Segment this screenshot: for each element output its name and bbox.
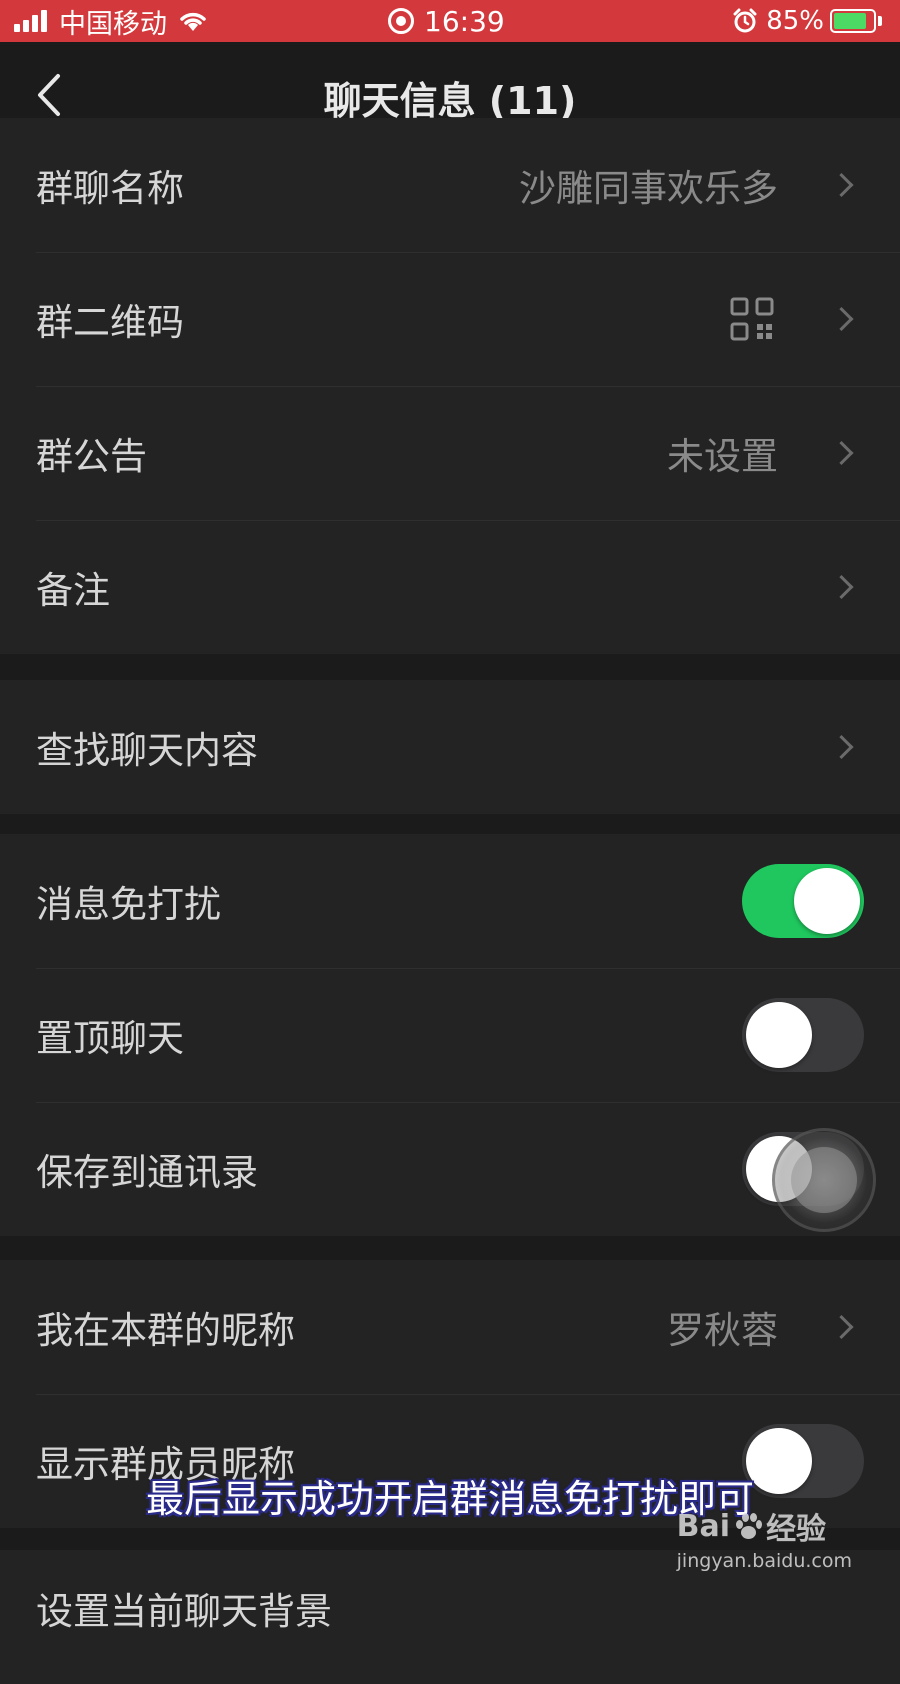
wifi-icon (180, 12, 206, 31)
row-label: 保存到通讯录 (36, 1151, 258, 1194)
toggles-section: 消息免打扰 置顶聊天 保存到通讯录 (0, 834, 900, 1236)
toggle-knob (746, 1002, 812, 1068)
chevron-right-icon (829, 172, 854, 198)
watermark-url: jingyan.baidu.com (676, 1550, 852, 1572)
alarm-icon (733, 8, 757, 33)
group-qr-code-row[interactable]: 群二维码 (0, 252, 900, 386)
chevron-right-icon (829, 574, 854, 600)
status-time: 16:39 (424, 4, 505, 38)
row-label: 消息免打扰 (36, 883, 221, 926)
battery-percent: 85% (766, 6, 824, 36)
status-bar: 中国移动 16:39 85% (0, 0, 900, 42)
battery-cap (878, 16, 882, 26)
mute-notifications-row: 消息免打扰 (0, 834, 900, 968)
paw-icon (734, 1512, 763, 1540)
pin-chat-toggle[interactable] (742, 998, 864, 1072)
page-title: 聊天信息 (11) (323, 79, 577, 123)
mute-notifications-toggle[interactable] (742, 864, 864, 938)
search-chat-content-row[interactable]: 查找聊天内容 (0, 680, 900, 814)
remark-row[interactable]: 备注 (0, 520, 900, 654)
row-label: 置顶聊天 (36, 1017, 184, 1060)
row-label: 查找聊天内容 (36, 729, 258, 772)
baidu-jingyan-watermark: Bai 经验 jingyan.baidu.com (676, 1504, 852, 1573)
carrier-name: 中国移动 (59, 8, 167, 40)
pin-chat-row: 置顶聊天 (0, 968, 900, 1102)
watermark-logo-suffix: 经验 (766, 1512, 827, 1547)
chevron-right-icon (829, 1314, 854, 1340)
row-label: 我在本群的昵称 (36, 1309, 295, 1352)
chevron-right-icon (829, 440, 854, 466)
row-label: 群聊名称 (36, 167, 184, 210)
chevron-right-icon (829, 734, 854, 760)
status-bar-right: 85% (732, 4, 882, 38)
group-name-row[interactable]: 群聊名称 沙雕同事欢乐多 (0, 118, 900, 252)
watermark-logo: Bai 经验 (677, 1504, 852, 1548)
status-bar-left: 中国移动 (14, 4, 209, 40)
status-bar-center: 16:39 (388, 4, 505, 38)
touch-indicator (772, 1128, 876, 1232)
toggle-knob (794, 868, 860, 934)
group-notice-value: 未设置 (667, 435, 778, 478)
row-label: 群公告 (36, 435, 147, 478)
save-to-contacts-row: 保存到通讯录 (0, 1102, 900, 1236)
search-section: 查找聊天内容 (0, 680, 900, 814)
row-label: 群二维码 (36, 301, 184, 344)
signal-icon (14, 10, 47, 32)
chevron-right-icon (829, 306, 854, 332)
row-label: 设置当前聊天背景 (36, 1590, 332, 1633)
group-name-value: 沙雕同事欢乐多 (519, 167, 778, 210)
my-group-nickname-row[interactable]: 我在本群的昵称 罗秋蓉 (0, 1260, 900, 1394)
watermark-logo-text: Bai (676, 1508, 731, 1544)
row-label: 备注 (36, 569, 110, 612)
group-notice-row[interactable]: 群公告 未设置 (0, 386, 900, 520)
my-nickname-value: 罗秋蓉 (667, 1309, 778, 1352)
qr-code-icon (730, 297, 774, 341)
battery-level-fill (834, 13, 867, 29)
screen-record-icon (388, 8, 414, 34)
group-info-section: 群聊名称 沙雕同事欢乐多 群二维码 群公告 未设置 备注 (0, 118, 900, 654)
battery-icon (830, 9, 876, 33)
